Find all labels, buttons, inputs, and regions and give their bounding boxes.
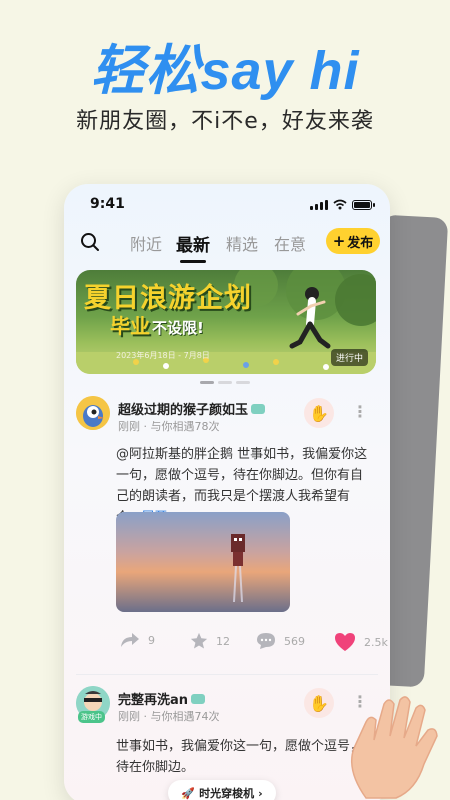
wave-hand-icon[interactable]: ✋ bbox=[304, 398, 334, 428]
heart-action[interactable]: 2.5k bbox=[334, 632, 388, 652]
banner-status-badge: 进行中 bbox=[330, 349, 368, 366]
carousel-dots bbox=[200, 381, 250, 384]
runner-illustration bbox=[289, 287, 331, 349]
username[interactable]: 完整再洗an bbox=[118, 689, 206, 708]
more-icon[interactable]: ⋮ bbox=[352, 402, 368, 421]
subline: 新朋友圈，不i不e，好友来袭 bbox=[76, 109, 374, 134]
username-text: 完整再洗an bbox=[118, 693, 189, 708]
post-image[interactable] bbox=[116, 512, 290, 612]
like-count: 12 bbox=[216, 634, 230, 648]
heart-icon bbox=[335, 633, 355, 651]
comment-count: 569 bbox=[284, 634, 305, 648]
verified-badge-icon bbox=[251, 404, 266, 414]
username[interactable]: 超级过期的猴子颜如玉 bbox=[118, 399, 266, 418]
post-meta: 刚刚 · 与你相遇74次 bbox=[118, 710, 220, 723]
signal-icon bbox=[310, 200, 328, 210]
post-button-label: 发布 bbox=[347, 235, 374, 251]
status-icons bbox=[310, 199, 375, 210]
verified-badge-icon bbox=[191, 694, 206, 704]
battery-icon bbox=[352, 200, 375, 210]
share-count: 9 bbox=[148, 633, 155, 647]
avatar[interactable] bbox=[76, 396, 110, 430]
rocket-icon: 🚀 bbox=[181, 786, 196, 800]
waving-hand-icon bbox=[351, 696, 438, 799]
time-machine-button[interactable]: 🚀 时光穿梭机 › bbox=[168, 780, 276, 800]
tab-nearby[interactable]: 附近 bbox=[130, 231, 162, 255]
banner-subtitle-suffix: 不设限! bbox=[152, 319, 204, 337]
star-icon bbox=[190, 632, 208, 649]
avatar-illustration bbox=[76, 396, 110, 430]
status-time: 9:41 bbox=[90, 196, 125, 212]
event-banner[interactable]: 夏日浪游企划 毕业 不设限! 2023年6月18日 - 7月8日 进行中 bbox=[76, 270, 376, 374]
post-actions: 9 12 569 2.5k bbox=[116, 632, 388, 656]
tab-bar: 附近 最新 精选 在意 + 发布 bbox=[64, 228, 390, 268]
time-machine-label: 时光穿梭机 bbox=[199, 787, 255, 800]
avatar-status-badge: 游戏中 bbox=[78, 711, 105, 723]
post-button[interactable]: + 发布 bbox=[326, 228, 380, 254]
banner-subtitle: 毕业 不设限! bbox=[110, 310, 204, 339]
wifi-icon bbox=[333, 199, 347, 210]
tab-featured[interactable]: 精选 bbox=[226, 231, 258, 255]
tab-care[interactable]: 在意 bbox=[274, 231, 306, 255]
username-text: 超级过期的猴子颜如玉 bbox=[118, 403, 249, 418]
chevron-right-icon: › bbox=[258, 786, 263, 800]
comment-icon bbox=[257, 633, 275, 649]
share-action[interactable]: 9 bbox=[120, 632, 155, 648]
banner-date: 2023年6月18日 - 7月8日 bbox=[116, 351, 210, 360]
like-action[interactable]: 12 bbox=[190, 632, 230, 650]
search-icon[interactable] bbox=[80, 232, 100, 252]
robot-illustration bbox=[231, 534, 245, 603]
status-bar: 9:41 bbox=[64, 184, 390, 224]
post-divider bbox=[76, 674, 378, 675]
tab-latest[interactable]: 最新 bbox=[176, 231, 210, 263]
post-meta: 刚刚 · 与你相遇78次 bbox=[118, 420, 220, 433]
wave-hand-icon[interactable]: ✋ bbox=[304, 688, 334, 718]
share-icon bbox=[121, 633, 139, 647]
comment-action[interactable]: 569 bbox=[256, 632, 305, 650]
headline: 轻松say hi bbox=[90, 41, 360, 101]
banner-subtitle-main: 毕业 bbox=[110, 314, 150, 338]
post-text: 世事如书，我偏爱你这一句，愿做个逗号，待在你脚边。 bbox=[116, 739, 364, 775]
plus-icon: + bbox=[332, 232, 346, 250]
heart-count: 2.5k bbox=[364, 635, 388, 649]
mention-link[interactable]: @阿拉斯基的胖企鹅 bbox=[116, 447, 233, 462]
